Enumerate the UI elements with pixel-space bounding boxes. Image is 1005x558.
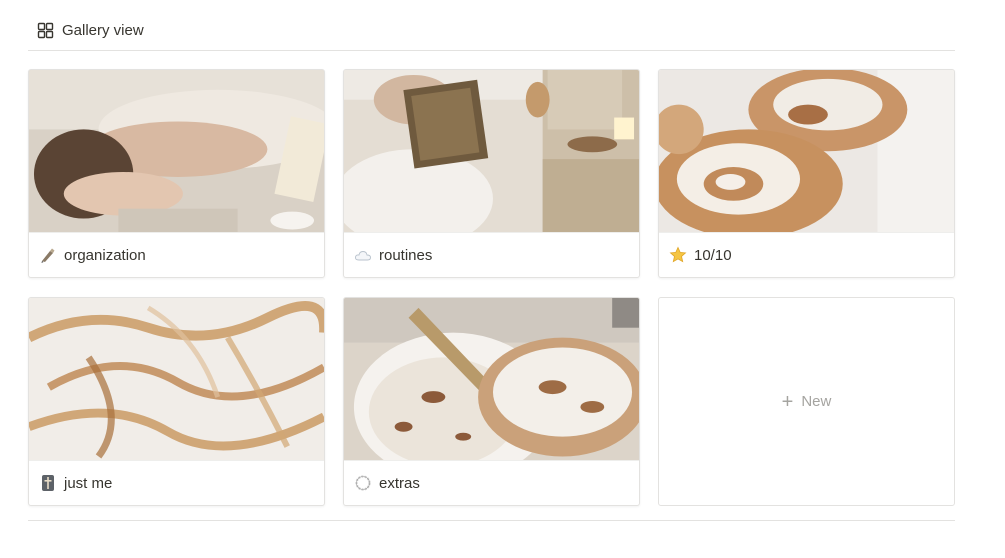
- card-title: extras: [379, 474, 420, 492]
- gallery-grid-icon: [37, 22, 54, 39]
- card-cover-image: [29, 70, 324, 233]
- gallery-card-routines[interactable]: routines: [343, 69, 640, 278]
- new-card-label: New: [801, 393, 832, 410]
- pen-icon: [39, 246, 57, 264]
- divider: [28, 520, 955, 521]
- star-icon: [669, 246, 687, 264]
- card-cover-image: [344, 70, 639, 233]
- gallery-view-tab[interactable]: Gallery view: [28, 22, 144, 39]
- card-title: organization: [64, 246, 146, 264]
- card-cover-image: [344, 298, 639, 461]
- card-cover-image: [29, 298, 324, 461]
- gallery-card-just-me[interactable]: just me: [28, 297, 325, 506]
- view-header: Gallery view: [28, 10, 955, 51]
- card-cover-image: [659, 70, 954, 233]
- gallery-grid: organization routines 10/10 just me extr…: [28, 69, 955, 506]
- cloud-icon: [354, 246, 372, 264]
- wreath-icon: [354, 474, 372, 492]
- gallery-card-extras[interactable]: extras: [343, 297, 640, 506]
- new-card-button[interactable]: + New: [658, 297, 955, 506]
- gallery-card-10-10[interactable]: 10/10: [658, 69, 955, 278]
- cross-icon: [39, 474, 57, 492]
- card-title: routines: [379, 246, 433, 264]
- gallery-card-organization[interactable]: organization: [28, 69, 325, 278]
- card-title: just me: [64, 474, 113, 492]
- view-label: Gallery view: [62, 21, 144, 39]
- plus-icon: +: [781, 390, 794, 413]
- card-title: 10/10: [694, 246, 732, 264]
